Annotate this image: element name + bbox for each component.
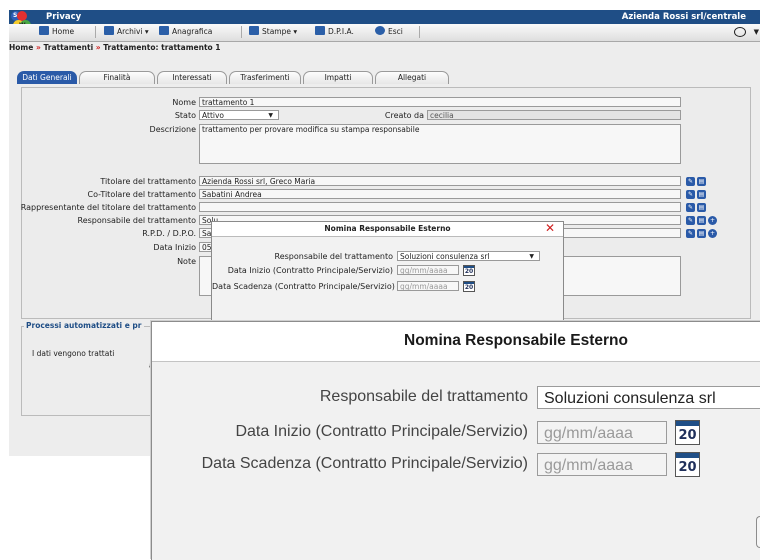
descrizione-textarea[interactable]: trattamento per provare modifica su stam… — [199, 124, 681, 164]
menu-esci[interactable]: Esci — [375, 26, 403, 38]
add-icon[interactable]: + — [708, 216, 717, 225]
dialog-title: Nomina Responsabile Esterno — [212, 222, 563, 237]
stato-label: Stato — [174, 111, 196, 120]
menu-anagrafica[interactable]: Anagrafica — [159, 26, 212, 38]
home-icon — [39, 26, 49, 35]
nome-field[interactable]: trattamento 1 — [199, 97, 681, 107]
delete-icon[interactable]: ▤ — [697, 203, 706, 212]
menu-dpia[interactable]: D.P.I.A. — [315, 26, 354, 38]
tab-interessati[interactable]: Interessati — [157, 71, 227, 84]
edit-icon[interactable]: ✎ — [686, 203, 695, 212]
chat-icon[interactable] — [734, 27, 746, 37]
breadcrumb: Home » Trattamenti » Trattamento: tratta… — [9, 43, 221, 52]
print-icon — [249, 26, 259, 35]
dialog-inizio-input[interactable]: gg/mm/aaaa — [397, 265, 459, 275]
zoomed-scad-label: Data Scadenza (Contratto Principale/Serv… — [201, 455, 528, 472]
note-label: Note — [177, 257, 196, 266]
creato-label: Creato da — [384, 111, 424, 120]
zoomed-resp-select[interactable]: Soluzioni consulenza srl — [537, 386, 760, 409]
tab-dati-generali[interactable]: Dati Generali — [17, 71, 77, 84]
delete-icon[interactable]: ▤ — [697, 190, 706, 199]
dpia-icon — [315, 26, 325, 35]
cotitolare-field[interactable]: Sabatini Andrea — [199, 189, 681, 199]
close-icon[interactable]: ✕ — [545, 222, 555, 235]
zoomed-button-edge[interactable] — [756, 516, 760, 548]
titolare-label: Titolare del trattamento — [100, 177, 196, 186]
descrizione-label: Descrizione — [149, 125, 196, 134]
responsabile-label: Responsabile del trattamento — [77, 216, 196, 225]
rappresentante-field[interactable] — [199, 202, 681, 212]
zoomed-dialog-title: Nomina Responsabile Esterno — [404, 332, 628, 349]
power-icon — [375, 26, 385, 35]
tab-allegati[interactable]: Allegati — [375, 71, 449, 84]
zoomed-dialog-header: Nomina Responsabile Esterno — [152, 322, 760, 362]
nome-label: Nome — [172, 98, 196, 107]
chevron-down-icon[interactable]: ▼ — [754, 28, 759, 36]
zoomed-inizio-label: Data Inizio (Contratto Principale/Serviz… — [235, 423, 528, 440]
calendar-icon[interactable]: 20 — [675, 420, 700, 445]
breadcrumb-current: Trattamento: trattamento 1 — [103, 43, 221, 52]
nomina-dialog-zoomed: Nomina Responsabile Esterno Responsabile… — [151, 321, 760, 560]
calendar-icon[interactable]: 20 — [463, 265, 475, 276]
zoomed-inizio-input[interactable]: gg/mm/aaaa — [537, 421, 667, 444]
title-bar: S W Privacy Azienda Rossi srl/centrale — [9, 10, 760, 31]
edit-icon[interactable]: ✎ — [686, 177, 695, 186]
registry-icon — [159, 26, 169, 35]
stato-select[interactable]: Attivo ▼ — [199, 110, 279, 120]
calendar-icon[interactable]: 20 — [675, 452, 700, 477]
logo-letter-s: S — [13, 12, 18, 19]
dialog-resp-select[interactable]: Soluzioni consulenza srl ▼ — [397, 251, 540, 261]
dialog-scad-input[interactable]: gg/mm/aaaa — [397, 281, 459, 291]
section-legend: Processi automatizzati e pr — [24, 321, 144, 330]
calendar-icon[interactable]: 20 — [463, 281, 475, 292]
menu-stampe[interactable]: Stampe ▾ — [249, 26, 297, 38]
archive-icon — [104, 26, 114, 35]
menu-bar: Home Archivi ▾ Anagrafica Stampe ▾ D.P.I… — [9, 24, 760, 42]
zoomed-resp-label: Responsabile del trattamento — [319, 388, 528, 405]
rappresentante-label: Rappresentante del titolare del trattame… — [20, 203, 196, 212]
edit-icon[interactable]: ✎ — [686, 229, 695, 238]
company-name: Azienda Rossi srl/centrale — [621, 12, 746, 22]
creato-field: cecilia — [427, 110, 681, 120]
rpd-label: R.P.D. / D.P.O. — [142, 229, 196, 238]
datainizio-label: Data Inizio — [153, 243, 196, 252]
edit-icon[interactable]: ✎ — [686, 190, 695, 199]
delete-icon[interactable]: ▤ — [697, 216, 706, 225]
titolare-field[interactable]: Azienda Rossi srl, Greco Maria — [199, 176, 681, 186]
automated-processes-section: Processi automatizzati e pr I dati vengo… — [21, 321, 154, 416]
delete-icon[interactable]: ▤ — [697, 177, 706, 186]
tab-trasferimenti[interactable]: Trasferimenti — [229, 71, 301, 84]
dialog-resp-label: Responsabile del trattamento — [274, 252, 393, 261]
cotitolare-label: Co-Titolare del trattamento — [87, 190, 196, 199]
tab-impatti[interactable]: Impatti — [303, 71, 373, 84]
tab-finalita[interactable]: Finalità — [79, 71, 155, 84]
section-text: I dati vengono trattati — [32, 349, 115, 358]
nomina-dialog-small: Nomina Responsabile Esterno ✕ Responsabi… — [211, 221, 564, 322]
app-title: Privacy — [46, 12, 82, 22]
menu-archivi[interactable]: Archivi ▾ — [104, 26, 149, 38]
breadcrumb-home[interactable]: Home — [9, 43, 33, 52]
menu-home[interactable]: Home — [39, 26, 74, 38]
breadcrumb-trattamenti[interactable]: Trattamenti — [43, 43, 93, 52]
edit-icon[interactable]: ✎ — [686, 216, 695, 225]
dialog-inizio-label: Data Inizio (Contratto Principale/Serviz… — [227, 266, 393, 275]
add-icon[interactable]: + — [708, 229, 717, 238]
delete-icon[interactable]: ▤ — [697, 229, 706, 238]
dialog-scad-label: Data Scadenza (Contratto Principale/Serv… — [212, 282, 395, 291]
zoomed-scad-input[interactable]: gg/mm/aaaa — [537, 453, 667, 476]
